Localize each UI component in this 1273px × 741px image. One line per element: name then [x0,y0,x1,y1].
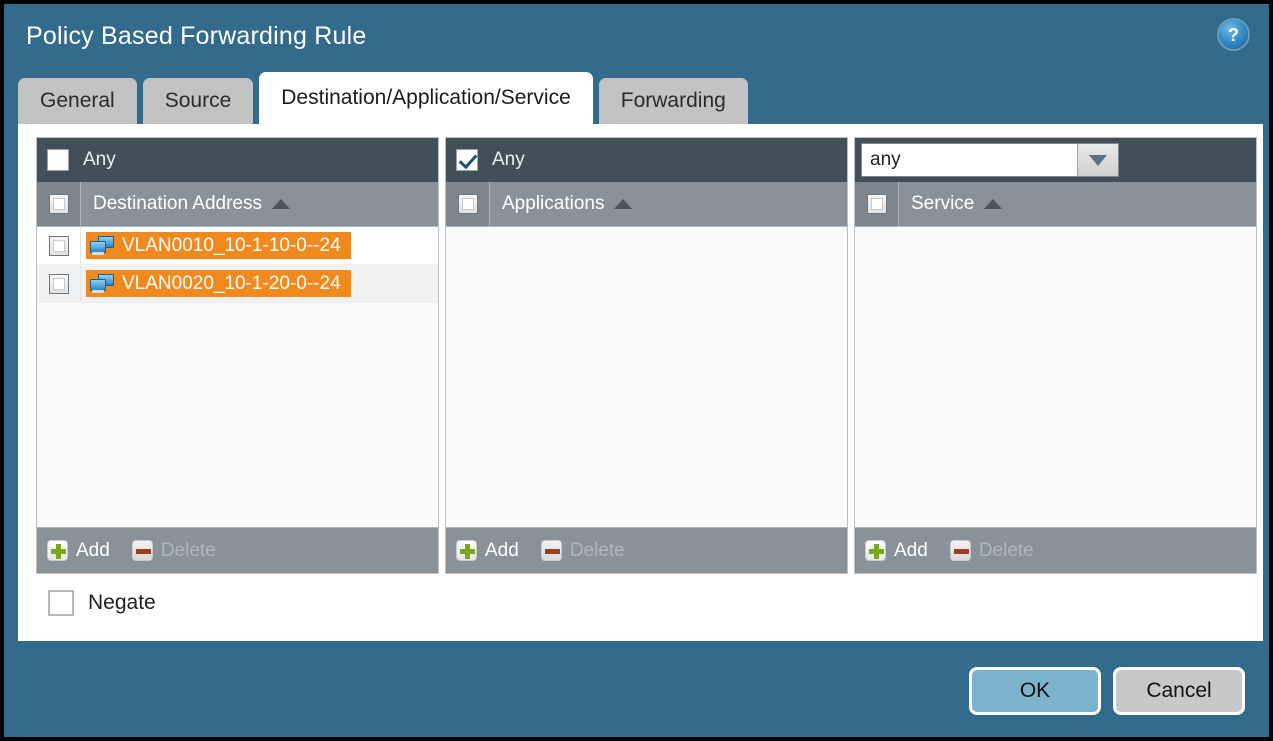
destination-select-all-cell[interactable] [37,182,81,226]
minus-icon [950,540,971,561]
destination-address-label: VLAN0020_10-1-20-0--24 [122,273,341,295]
ok-button[interactable]: OK [969,667,1101,715]
destination-address-label: VLAN0010_10-1-10-0--24 [122,235,341,257]
destination-address-item[interactable]: VLAN0010_10-1-10-0--24 [86,232,351,259]
destination-address-item[interactable]: VLAN0020_10-1-20-0--24 [86,270,351,297]
tab-content-panel: Any Destination Address [18,124,1263,641]
service-add-label: Add [894,540,928,562]
minus-icon [541,540,562,561]
destination-any-bar: Any [37,138,438,182]
destination-add-label: Add [76,540,110,562]
network-object-icon [90,274,116,294]
destination-any-checkbox[interactable] [47,149,69,171]
applications-any-bar: Any [446,138,847,182]
cancel-button[interactable]: Cancel [1113,667,1245,715]
sort-ascending-icon[interactable] [614,199,632,209]
negate-checkbox[interactable] [48,590,74,616]
applications-panel-footer: Add Delete [446,527,847,573]
destination-add-button[interactable]: Add [47,540,110,562]
service-select-all-cell[interactable] [855,182,899,226]
applications-add-label: Add [485,540,519,562]
tab-forwarding[interactable]: Forwarding [599,78,748,124]
row-select-cell[interactable] [37,227,81,264]
plus-icon [865,540,886,561]
applications-panel: Any Applications Add [445,137,848,574]
destination-column-title[interactable]: Destination Address [93,193,262,215]
destination-panel-footer: Add Delete [37,527,438,573]
help-question-icon[interactable] [1219,20,1248,49]
tab-source[interactable]: Source [143,78,254,124]
service-select-all-checkbox[interactable] [867,194,887,214]
service-delete-label: Delete [979,540,1034,562]
plus-icon [47,540,68,561]
dialog-titlebar: Policy Based Forwarding Rule [4,4,1269,70]
destination-any-label: Any [83,149,116,171]
dialog-button-bar: OK Cancel [969,667,1245,715]
row-select-checkbox[interactable] [49,236,69,256]
destination-select-all-checkbox[interactable] [49,194,69,214]
applications-any-checkbox[interactable] [456,149,478,171]
sort-ascending-icon[interactable] [984,199,1002,209]
row-select-checkbox[interactable] [49,274,69,294]
applications-select-all-cell[interactable] [446,182,490,226]
applications-any-label: Any [492,149,525,171]
applications-column-title[interactable]: Applications [502,193,604,215]
applications-add-button[interactable]: Add [456,540,519,562]
service-panel: any Service Add [854,137,1257,574]
service-column-header: Service [855,182,1256,227]
applications-select-all-checkbox[interactable] [458,194,478,214]
service-combo-bar: any [855,138,1256,182]
service-delete-button: Delete [950,540,1034,562]
table-row[interactable]: VLAN0020_10-1-20-0--24 [37,265,438,303]
tab-general[interactable]: General [18,78,137,124]
service-panel-footer: Add Delete [855,527,1256,573]
destination-list-body[interactable]: VLAN0010_10-1-10-0--24 [37,227,438,527]
destination-delete-label: Delete [161,540,216,562]
destination-column-header: Destination Address [37,182,438,227]
service-select-value[interactable]: any [862,144,1077,176]
negate-row: Negate [48,590,156,616]
policy-based-forwarding-rule-dialog: Policy Based Forwarding Rule General Sou… [0,0,1273,741]
destination-address-panel: Any Destination Address [36,137,439,574]
row-select-cell[interactable] [37,265,81,302]
destination-delete-button: Delete [132,540,216,562]
applications-column-header: Applications [446,182,847,227]
chevron-down-icon[interactable] [1077,144,1118,176]
tab-strip: General Source Destination/Application/S… [18,72,754,124]
service-column-title[interactable]: Service [911,193,974,215]
service-select[interactable]: any [861,143,1119,177]
service-list-body[interactable] [855,227,1256,527]
dialog-title: Policy Based Forwarding Rule [26,22,366,51]
negate-label: Negate [88,591,156,615]
panel-columns: Any Destination Address [36,137,1257,574]
applications-delete-button: Delete [541,540,625,562]
applications-delete-label: Delete [570,540,625,562]
service-add-button[interactable]: Add [865,540,928,562]
table-row[interactable]: VLAN0010_10-1-10-0--24 [37,227,438,265]
network-object-icon [90,236,116,256]
tab-destination-application-service[interactable]: Destination/Application/Service [259,72,593,124]
minus-icon [132,540,153,561]
sort-ascending-icon[interactable] [272,199,290,209]
plus-icon [456,540,477,561]
applications-list-body[interactable] [446,227,847,527]
